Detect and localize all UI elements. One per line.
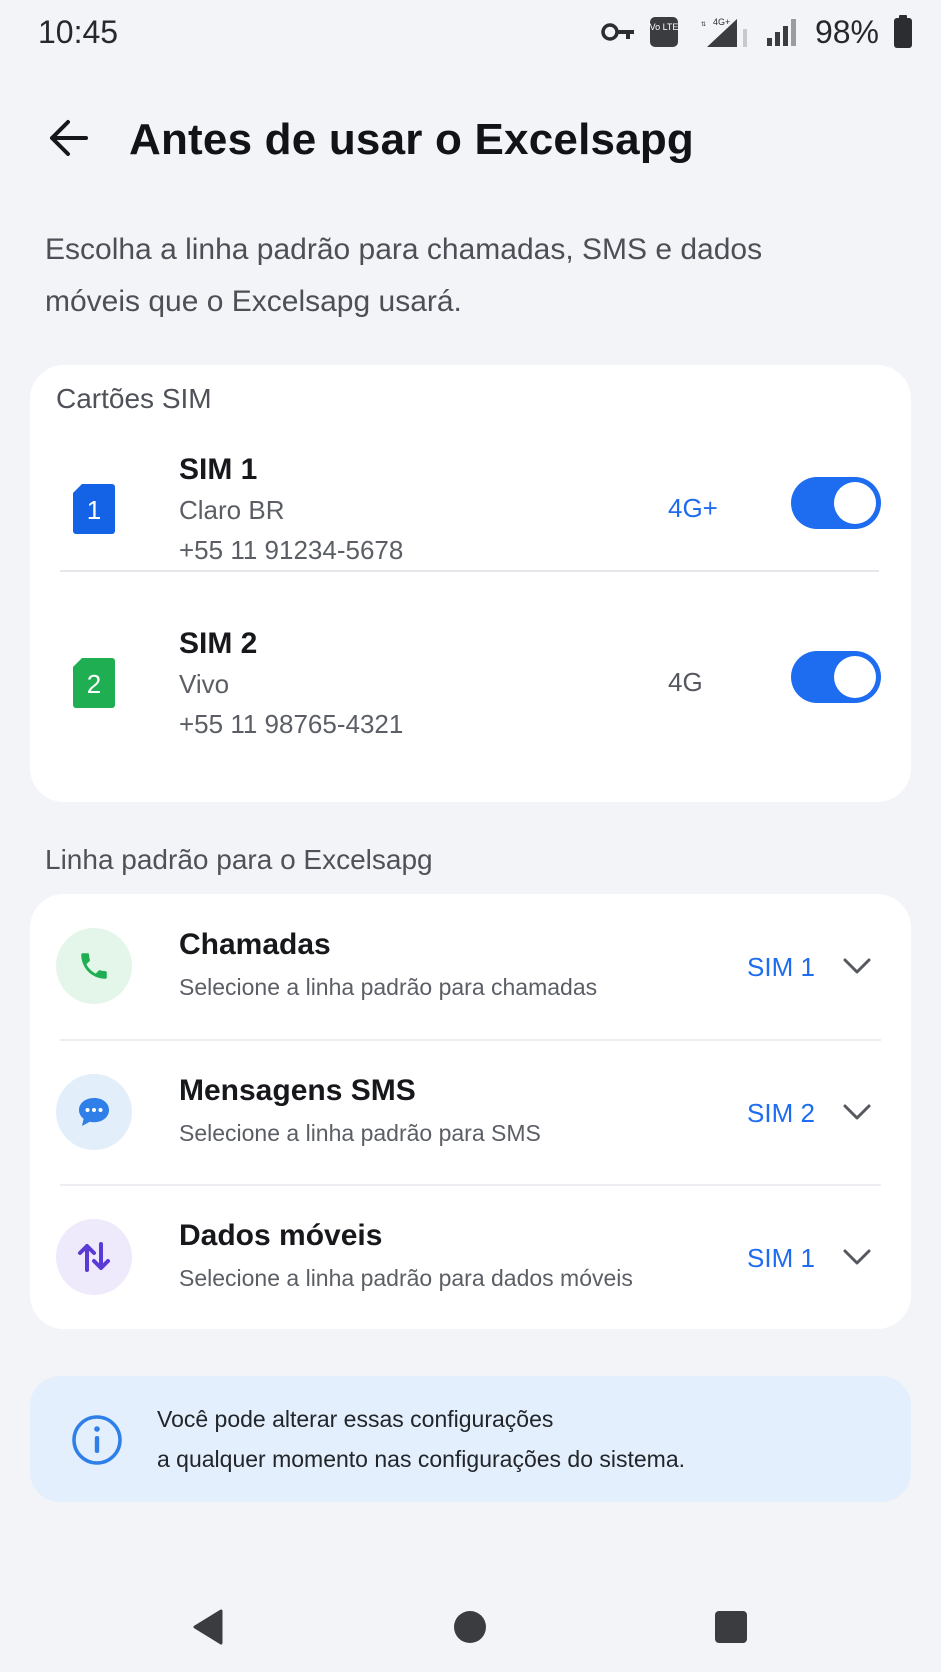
page-title: Antes de usar o Excelsapg [129, 115, 694, 164]
sim-1-network: 4G+ [668, 493, 718, 523]
sim-2-toggle[interactable] [791, 651, 881, 703]
info-line-1: Você pode alterar essas configurações [157, 1406, 554, 1432]
toggle-knob [834, 482, 876, 524]
network-badge: 4G+ [713, 17, 730, 27]
sim-1-badge: 1 [87, 495, 101, 525]
volte-label: Vo LTE [650, 22, 679, 32]
intro-line-2: móveis que o Excelsapg usará. [45, 285, 462, 318]
sms-selected-sim[interactable]: SIM 2 [747, 1098, 815, 1129]
svg-text:⇅: ⇅ [701, 22, 706, 28]
phone-icon [56, 928, 132, 1004]
nav-home-button[interactable] [445, 1602, 495, 1652]
sim-2-badge: 2 [87, 669, 101, 699]
sim-card-2-icon: 2 [73, 658, 115, 708]
status-bar: 10:45 Vo LTE ⇅ 4G+ 98% [0, 0, 941, 64]
calls-title: Chamadas [179, 928, 331, 961]
sim-2-carrier: Vivo [179, 669, 230, 699]
nav-recents-button[interactable] [706, 1602, 756, 1652]
default-line-section-label: Linha padrão para o Excelsapg [45, 844, 433, 875]
chevron-down-icon[interactable] [842, 1247, 872, 1267]
calls-default-row[interactable]: Chamadas Selecione a linha padrão para c… [30, 894, 911, 1039]
screen: 10:45 Vo LTE ⇅ 4G+ 98% Antes de usar o E… [0, 0, 941, 1672]
intro-text: Escolha a linha padrão para chamadas, SM… [45, 224, 865, 328]
sms-subtitle: Selecione a linha padrão para SMS [179, 1120, 541, 1146]
info-icon [72, 1415, 122, 1465]
mobile-data-selected-sim[interactable]: SIM 1 [747, 1243, 815, 1274]
sim-row-1[interactable]: 1 SIM 1 Claro BR +55 11 91234-5678 4G+ [30, 453, 911, 603]
sms-title: Mensagens SMS [179, 1074, 416, 1107]
toggle-knob [834, 656, 876, 698]
mobile-data-title: Dados móveis [179, 1219, 383, 1252]
chevron-down-icon[interactable] [842, 1102, 872, 1122]
status-icons: Vo LTE ⇅ 4G+ 98% [601, 12, 913, 52]
sms-default-row[interactable]: Mensagens SMS Selecione a linha padrão p… [30, 1040, 911, 1185]
square-recents-icon [715, 1611, 747, 1643]
signal-strength-icon [765, 16, 797, 48]
back-button[interactable] [40, 110, 96, 166]
info-line-2: a qualquer momento nas configurações do … [157, 1446, 686, 1472]
nav-back-button[interactable] [183, 1602, 233, 1652]
sim-2-network: 4G [668, 667, 703, 697]
status-time: 10:45 [38, 14, 119, 50]
chevron-down-icon[interactable] [842, 956, 872, 976]
divider [60, 570, 879, 572]
sim-2-number: +55 11 98765-4321 [179, 709, 404, 739]
mobile-signal-4g-icon: ⇅ 4G+ [693, 15, 751, 49]
mobile-data-subtitle: Selecione a linha padrão para dados móve… [179, 1265, 633, 1291]
battery-percentage: 98% [814, 13, 879, 50]
sim-1-name: SIM 1 [179, 453, 258, 486]
sim-card-1-icon: 1 [73, 484, 115, 534]
mobile-data-default-row[interactable]: Dados móveis Selecione a linha padrão pa… [30, 1185, 911, 1330]
volte-icon: Vo LTE [649, 16, 679, 48]
default-line-card: Chamadas Selecione a linha padrão para c… [30, 894, 911, 1329]
circle-home-icon [454, 1611, 486, 1643]
vpn-key-icon [601, 21, 635, 43]
triangle-back-icon [193, 1609, 223, 1645]
navigation-bar [0, 1580, 941, 1672]
arrow-left-icon [50, 120, 88, 156]
sim-1-toggle[interactable] [791, 477, 881, 529]
intro-line-1: Escolha a linha padrão para chamadas, SM… [45, 233, 763, 266]
calls-selected-sim[interactable]: SIM 1 [747, 952, 815, 983]
message-icon [56, 1074, 132, 1150]
calls-subtitle: Selecione a linha padrão para chamadas [179, 974, 598, 1000]
sim-1-number: +55 11 91234-5678 [179, 535, 404, 565]
battery-icon [893, 15, 913, 49]
data-transfer-icon [56, 1219, 132, 1295]
sim-section-label: Cartões SIM [56, 383, 212, 414]
sim-row-2[interactable]: 2 SIM 2 Vivo +55 11 98765-4321 4G [30, 627, 911, 777]
sim-1-carrier: Claro BR [179, 495, 285, 525]
sim-2-name: SIM 2 [179, 627, 258, 660]
sim-cards-card: Cartões SIM 1 SIM 1 Claro BR +55 11 9123… [30, 365, 911, 802]
info-box: Você pode alterar essas configurações a … [30, 1376, 911, 1502]
